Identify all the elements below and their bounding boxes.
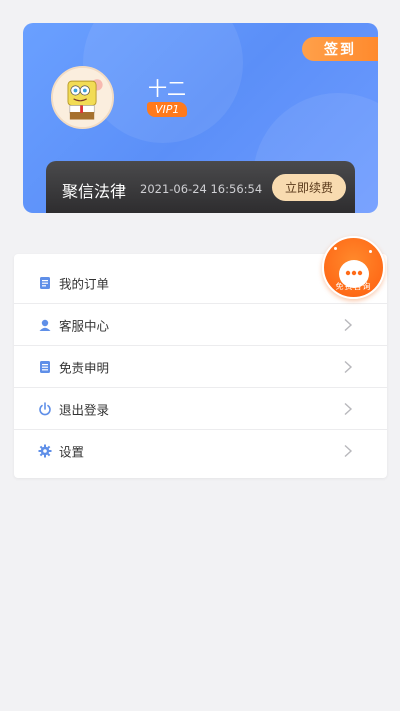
menu-item-label: 设置 (59, 444, 85, 460)
chevron-right-icon (344, 402, 353, 415)
menu-item-label: 退出登录 (59, 402, 110, 417)
chevron-right-icon (344, 444, 353, 458)
vip-badge: VIP1 (147, 102, 188, 117)
disclaimer-icon (40, 360, 50, 373)
sparkle-icon (369, 250, 372, 253)
signin-button[interactable]: 签到 (302, 37, 378, 61)
menu-item-label: 免责申明 (59, 360, 110, 375)
chevron-right-icon (344, 360, 353, 373)
profile-card: 签到 十二 VIP1 聚信法律 2021-06-24 16:56:54 立即续费 (23, 23, 378, 213)
customer-service-icon (39, 319, 51, 331)
sparkle-icon (334, 247, 337, 250)
avatar[interactable] (51, 66, 114, 129)
avatar-image (53, 68, 112, 127)
menu-item-disclaimer[interactable]: 免责申明 (14, 346, 387, 388)
chevron-right-icon (344, 318, 353, 331)
menu-item-logout[interactable]: 退出登录 (14, 388, 387, 430)
menu-item-customer-service[interactable]: 客服中心 (14, 304, 387, 346)
free-consult-button[interactable]: 免费咨询 (322, 236, 385, 299)
menu-item-settings[interactable]: 设置 (14, 430, 387, 472)
renew-button[interactable]: 立即续费 (272, 174, 346, 201)
membership-name: 聚信法律 (62, 182, 127, 201)
power-icon (39, 401, 51, 415)
menu-item-label: 客服中心 (59, 318, 110, 333)
free-consult-label: 免费咨询 (335, 282, 372, 291)
membership-bar: 聚信法律 2021-06-24 16:56:54 立即续费 (46, 161, 355, 213)
order-icon (40, 276, 50, 289)
username: 十二 (148, 78, 187, 100)
gear-icon (38, 444, 52, 458)
membership-expiry-date: 2021-06-24 16:56:54 (140, 182, 263, 196)
menu-item-label: 我的订单 (59, 276, 110, 291)
